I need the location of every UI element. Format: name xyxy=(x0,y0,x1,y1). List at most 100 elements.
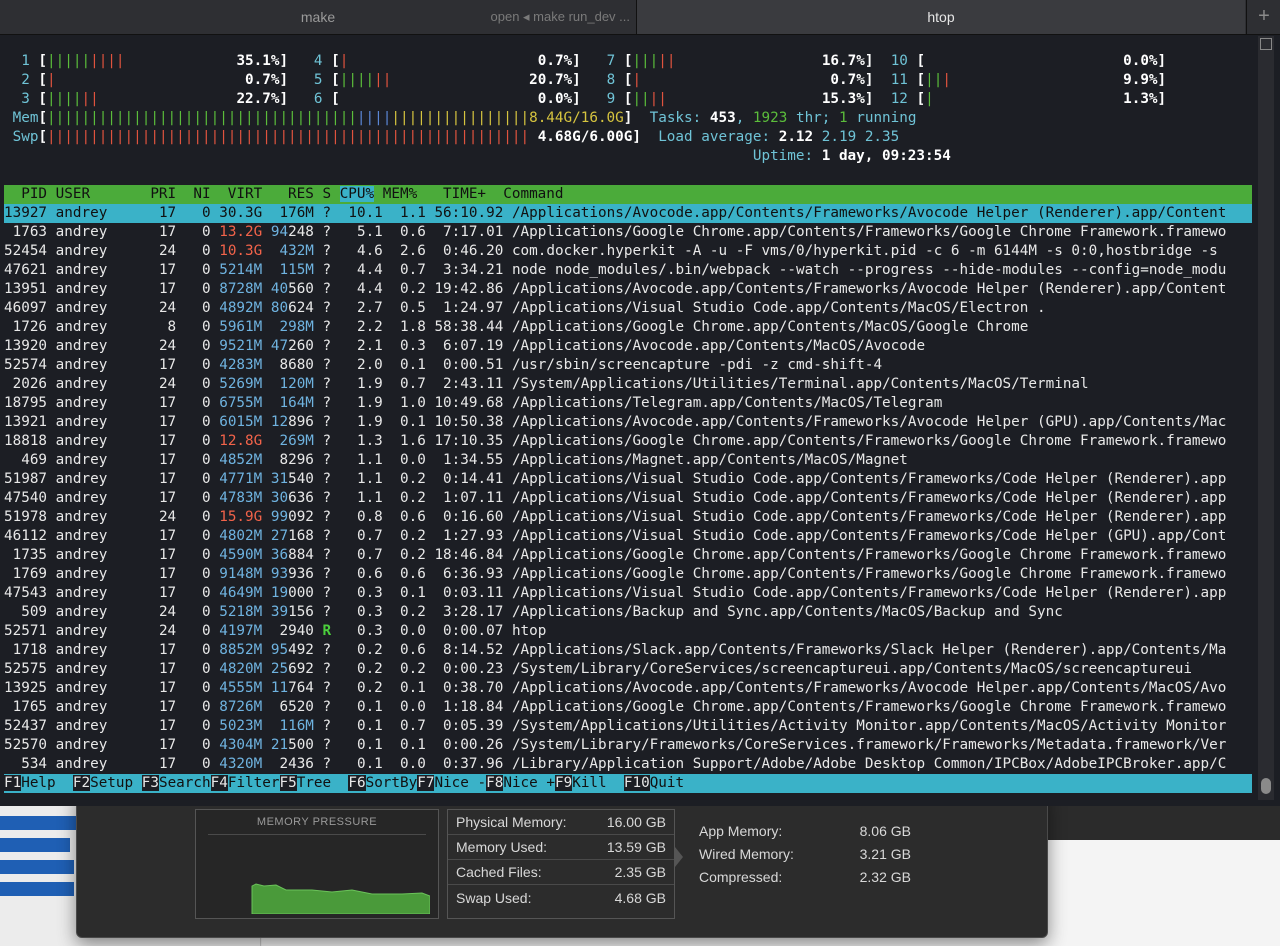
process-row[interactable]: 46112 andrey 17 0 4802M 27168 ? 0.7 0.2 … xyxy=(4,527,1252,546)
process-row[interactable]: 51978 andrey 24 0 15.9G 99092 ? 0.8 0.6 … xyxy=(4,508,1252,527)
process-row[interactable]: 2026 andrey 24 0 5269M 120M ? 1.9 0.7 2:… xyxy=(4,375,1252,394)
fkey-label-f8[interactable]: Nice + xyxy=(503,775,555,791)
process-row[interactable]: 47540 andrey 17 0 4783M 30636 ? 1.1 0.2 … xyxy=(4,489,1252,508)
process-row[interactable]: 51987 andrey 17 0 4771M 31540 ? 1.1 0.2 … xyxy=(4,470,1252,489)
process-time: 18:46.84 xyxy=(434,547,504,563)
process-row[interactable]: 13925 andrey 17 0 4555M 11764 ? 0.2 0.1 … xyxy=(4,679,1252,698)
cpu-value-4: 0.7% xyxy=(537,53,573,69)
fkey-f1[interactable]: F1 xyxy=(4,775,22,791)
process-pid: 52454 xyxy=(4,243,48,259)
uptime-line: Uptime: 1 day, 09:23:54 xyxy=(752,148,951,164)
fkey-f8[interactable]: F8 xyxy=(486,775,504,791)
fkey-label-f10[interactable]: Quit xyxy=(650,775,702,791)
process-row[interactable]: 13920 andrey 24 0 9521M 47260 ? 2.1 0.3 … xyxy=(4,337,1252,356)
fkey-f5[interactable]: F5 xyxy=(279,775,297,791)
process-pid: 46097 xyxy=(4,300,48,316)
scrollbar-thumb[interactable] xyxy=(1261,778,1271,794)
tab-htop[interactable]: htop xyxy=(637,0,1245,34)
stat-label: Cached Files: xyxy=(456,864,542,880)
fkey-f10[interactable]: F10 xyxy=(623,775,650,791)
process-row[interactable]: 52454 andrey 24 0 10.3G 432M ? 4.6 2.6 0… xyxy=(4,242,1252,261)
fkey-label-f3[interactable]: Search xyxy=(159,775,211,791)
process-row[interactable]: 1769 andrey 17 0 9148M 93936 ? 0.6 0.6 6… xyxy=(4,565,1252,584)
process-ni: 0 xyxy=(184,452,211,468)
fkey-label-f5[interactable]: Tree xyxy=(297,775,349,791)
process-virt: 6015M xyxy=(219,414,263,430)
process-user: andrey xyxy=(55,585,134,601)
process-row[interactable]: 1763 andrey 17 0 13.2G 94248 ? 5.1 0.6 7… xyxy=(4,223,1252,242)
process-row[interactable]: 52574 andrey 17 0 4283M 8680 ? 2.0 0.1 0… xyxy=(4,356,1252,375)
fkey-label-f2[interactable]: Setup xyxy=(90,775,142,791)
stat-label: App Memory: xyxy=(699,822,783,839)
process-row[interactable]: 469 andrey 17 0 4852M 8296 ? 1.1 0.0 1:3… xyxy=(4,451,1252,470)
process-ni: 0 xyxy=(184,585,211,601)
column-header-cpu-sorted[interactable]: CPU% xyxy=(339,186,375,202)
process-mem: 0.6 xyxy=(391,642,426,658)
new-tab-icon[interactable]: + xyxy=(1246,0,1280,34)
fkey-f6[interactable]: F6 xyxy=(348,775,366,791)
fkey-f2[interactable]: F2 xyxy=(72,775,91,791)
process-ni: 0 xyxy=(184,243,211,259)
background-dark-strip xyxy=(1040,800,1280,840)
cpu-bar-8: | xyxy=(632,72,642,88)
tab-bar: make open ◂ make run_dev ... htop + xyxy=(0,0,1280,35)
fkey-f3[interactable]: F3 xyxy=(141,775,159,791)
scroll-square-icon[interactable] xyxy=(1260,38,1272,50)
cpu-label-5: 5 xyxy=(305,72,323,88)
load-5: 2.19 xyxy=(821,129,857,145)
process-row[interactable]: 13921 andrey 17 0 6015M 12896 ? 1.9 0.1 … xyxy=(4,413,1252,432)
process-row[interactable]: 46097 andrey 24 0 4892M 80624 ? 2.7 0.5 … xyxy=(4,299,1252,318)
process-row[interactable]: 509 andrey 24 0 5218M 39156 ? 0.3 0.2 3:… xyxy=(4,603,1252,622)
fkey-label-f6[interactable]: SortBy xyxy=(366,775,418,791)
process-row[interactable]: 1735 andrey 17 0 4590M 36884 ? 0.7 0.2 1… xyxy=(4,546,1252,565)
fkey-f7[interactable]: F7 xyxy=(417,775,435,791)
process-row[interactable]: 18795 andrey 17 0 6755M 164M ? 1.9 1.0 1… xyxy=(4,394,1252,413)
fkey-label-f9[interactable]: Kill xyxy=(572,775,624,791)
uptime-value: 1 day, 09:23:54 xyxy=(821,148,951,164)
process-time: 2:43.11 xyxy=(434,376,504,392)
process-virt: 4649M xyxy=(219,585,263,601)
stat-row: Cached Files: 2.35 GB xyxy=(448,860,674,885)
process-pri: 24 xyxy=(150,376,177,392)
process-row[interactable]: 52571 andrey 24 0 4197M 2940 R 0.3 0.0 0… xyxy=(4,622,1252,641)
process-row[interactable]: 47621 andrey 17 0 5214M 115M ? 4.4 0.7 3… xyxy=(4,261,1252,280)
process-pri: 17 xyxy=(150,737,177,753)
process-state: ? xyxy=(322,300,332,316)
process-command: node node_modules/.bin/webpack --watch -… xyxy=(511,262,1227,278)
process-time: 0:14.41 xyxy=(434,471,504,487)
fkey-label-f7[interactable]: Nice - xyxy=(434,775,486,791)
process-row[interactable]: 534 andrey 17 0 4320M 2436 ? 0.1 0.0 0:3… xyxy=(4,755,1252,774)
process-res-high: 19 xyxy=(270,585,289,601)
process-row[interactable]: 1765 andrey 17 0 8726M 6520 ? 0.1 0.0 1:… xyxy=(4,698,1252,717)
process-row-selected[interactable]: 13927 andrey 17 0 30.3G 176M ? 10.1 1.1 … xyxy=(4,204,1252,223)
process-row[interactable]: 13951 andrey 17 0 8728M 40560 ? 4.4 0.2 … xyxy=(4,280,1252,299)
process-row[interactable]: 1718 andrey 17 0 8852M 95492 ? 0.2 0.6 8… xyxy=(4,641,1252,660)
process-ni: 0 xyxy=(184,718,211,734)
process-row[interactable]: 52575 andrey 17 0 4820M 25692 ? 0.2 0.2 … xyxy=(4,660,1252,679)
process-state: ? xyxy=(322,585,332,601)
process-state: ? xyxy=(322,281,332,297)
process-mem: 0.0 xyxy=(391,623,426,639)
process-table-header[interactable]: PID USER PRI NI VIRT RES S CPU% MEM% TIM… xyxy=(4,185,1252,204)
fkey-label-f1[interactable]: Help xyxy=(21,775,73,791)
fkey-label-f4[interactable]: Filter xyxy=(228,775,280,791)
process-command: /System/Applications/Utilities/Terminal.… xyxy=(511,376,1089,392)
scrollbar[interactable] xyxy=(1258,36,1274,800)
process-row[interactable]: 52570 andrey 17 0 4304M 21500 ? 0.1 0.1 … xyxy=(4,736,1252,755)
fkey-f4[interactable]: F4 xyxy=(210,775,228,791)
memory-pressure-panel: MEMORY PRESSURE Physical Memory: 16.00 GB… xyxy=(76,790,1048,938)
memory-pressure-chart: MEMORY PRESSURE xyxy=(195,809,439,919)
process-cpu: 10.1 xyxy=(339,205,383,221)
process-ni: 0 xyxy=(184,547,211,563)
tab-make[interactable]: make open ◂ make run_dev ... xyxy=(0,0,637,34)
process-row[interactable]: 52437 andrey 17 0 5023M 116M ? 0.1 0.7 0… xyxy=(4,717,1252,736)
fkey-f9[interactable]: F9 xyxy=(555,775,573,791)
process-row[interactable]: 1726 andrey 8 0 5961M 298M ? 2.2 1.8 58:… xyxy=(4,318,1252,337)
process-row[interactable]: 47543 andrey 17 0 4649M 19000 ? 0.3 0.1 … xyxy=(4,584,1252,603)
process-row[interactable]: 18818 andrey 17 0 12.8G 269M ? 1.3 1.6 1… xyxy=(4,432,1252,451)
process-state: ? xyxy=(322,471,332,487)
process-mem: 0.0 xyxy=(391,756,426,772)
process-pid: 52574 xyxy=(4,357,48,373)
process-virt: 4852M xyxy=(219,452,263,468)
process-ni: 0 xyxy=(184,604,211,620)
